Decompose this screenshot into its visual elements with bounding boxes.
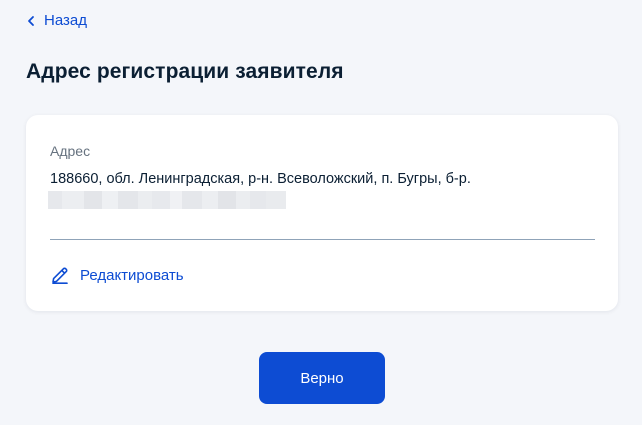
page-title: Адрес регистрации заявителя	[26, 60, 344, 83]
redacted-address-continuation	[48, 191, 286, 209]
edit-button[interactable]: Редактировать	[50, 265, 184, 285]
back-link-label: Назад	[44, 12, 87, 29]
field-divider	[50, 239, 595, 240]
chevron-left-icon	[28, 15, 34, 26]
address-card: Адрес 188660, обл. Ленинградская, р-н. В…	[26, 115, 618, 311]
back-link[interactable]: Назад	[26, 12, 87, 29]
pencil-icon	[52, 267, 68, 284]
address-value: 188660, обл. Ленинградская, р-н. Всеволо…	[50, 171, 471, 187]
edit-label: Редактировать	[80, 266, 184, 284]
address-field-label: Адрес	[50, 143, 91, 159]
page: Назад Адрес регистрации заявителя Адрес …	[0, 0, 642, 425]
confirm-button[interactable]: Верно	[259, 352, 385, 404]
